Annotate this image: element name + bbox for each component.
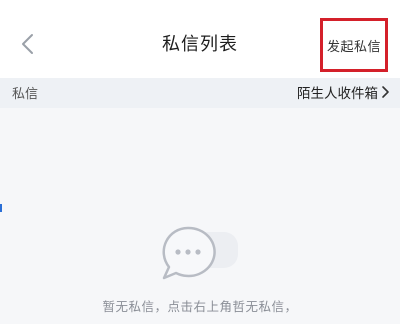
section-label: 私信 — [12, 87, 39, 102]
stranger-inbox-link[interactable]: 陌生人收件箱 — [297, 82, 390, 102]
chevron-right-icon — [381, 85, 390, 99]
sub-header: 私信 陌生人收件箱 — [0, 78, 400, 108]
nav-bar: 私信列表 发起私信 — [0, 0, 400, 78]
start-private-message-button[interactable]: 发起私信 — [320, 18, 388, 72]
stranger-inbox-label: 陌生人收件箱 — [297, 86, 378, 102]
edge-marker — [0, 204, 2, 212]
empty-state-message: 暂无私信，点击右上角哲无私信， — [102, 299, 298, 314]
chat-bubble-icon — [152, 222, 248, 286]
